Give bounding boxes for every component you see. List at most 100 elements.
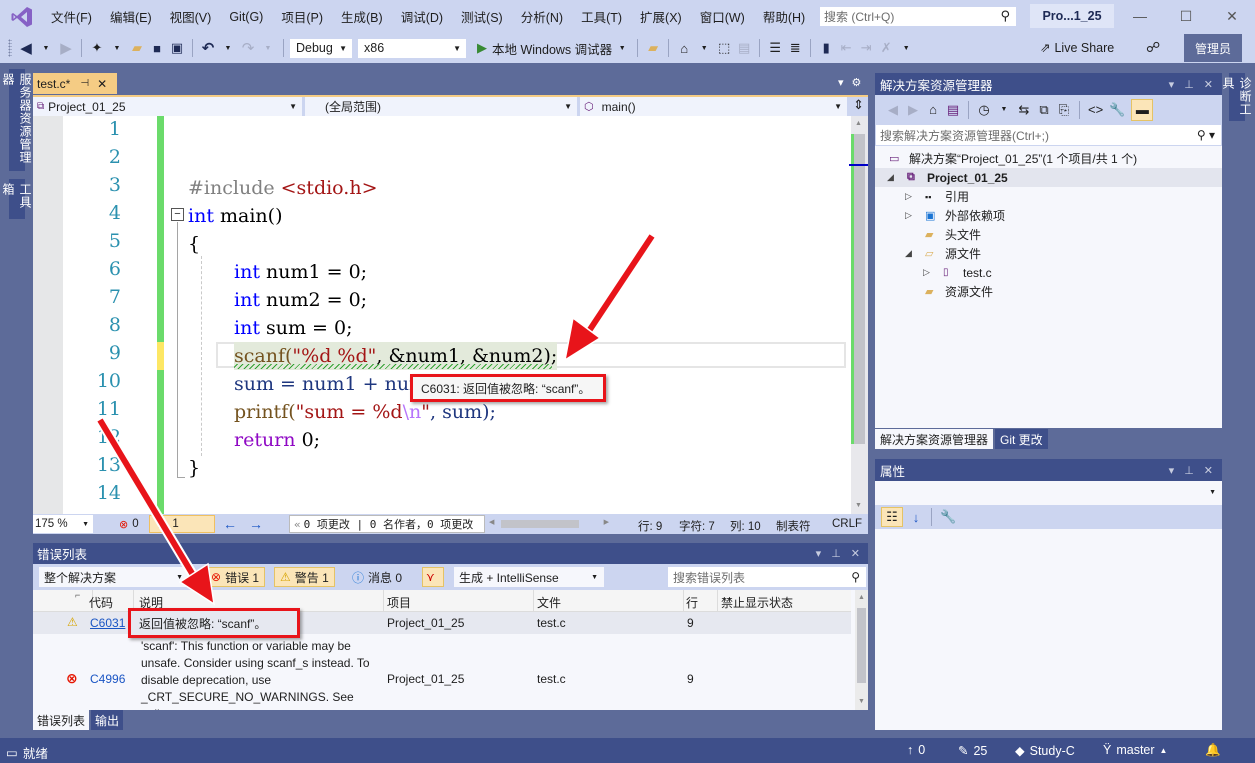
pin-icon[interactable]: ⊥: [1184, 78, 1194, 91]
scroll-left-icon[interactable]: ◀: [489, 518, 494, 526]
menu-debug[interactable]: 调试(D): [392, 7, 452, 26]
maximize-button[interactable]: ☐: [1163, 3, 1209, 29]
save-all-icon[interactable]: ▣: [170, 40, 184, 56]
server-explorer-tab[interactable]: 服务器资源管理器: [1, 69, 32, 171]
column-options-icon[interactable]: ⌐: [75, 590, 80, 600]
categorized-icon[interactable]: ☷: [881, 507, 903, 527]
prev-bookmark-icon[interactable]: ⇤: [839, 40, 853, 56]
redo-icon[interactable]: ↷: [241, 39, 255, 57]
column-header-file[interactable]: 文件: [537, 594, 561, 611]
code-editor[interactable]: 1 2 3 4 5 6 7 8 9 10 11 12 13 14 − #incl…: [33, 116, 868, 514]
close-window-button[interactable]: ✕: [1209, 3, 1255, 29]
error-code-link[interactable]: C6031: [90, 616, 125, 630]
navigate-back-icon[interactable]: ◀: [19, 39, 33, 57]
preview-selected-icon[interactable]: ▬: [1131, 98, 1154, 121]
window-position-icon[interactable]: ▾: [1169, 78, 1175, 91]
window-position-icon[interactable]: ▾: [1169, 464, 1175, 477]
overflow-icon[interactable]: ▼: [697, 45, 711, 52]
notifications-button[interactable]: 🔔: [1205, 743, 1221, 758]
type-scope-select[interactable]: (全局范围) ▼: [305, 97, 580, 116]
tree-item-header-files[interactable]: ▰ 头文件: [875, 225, 1222, 244]
show-all-files-icon[interactable]: ⎘: [1057, 102, 1071, 118]
comment-lines-icon[interactable]: ☰: [768, 40, 782, 56]
tree-item-source-files[interactable]: ◢ ▱ 源文件: [875, 244, 1222, 263]
diagnostic-tools-tab[interactable]: 诊断工具: [1221, 73, 1252, 121]
project-scope-select[interactable]: ⧉ Project_01_25 ▼: [33, 97, 305, 116]
forward-icon[interactable]: ▶: [906, 102, 920, 118]
column-header-code[interactable]: 代码: [89, 594, 113, 611]
view-code-icon[interactable]: <>: [1088, 102, 1103, 117]
tree-item-references[interactable]: ▷ ▪▪ 引用: [875, 187, 1222, 206]
column-header-suppression[interactable]: 禁止显示状态: [721, 594, 793, 611]
admin-badge[interactable]: 管理员: [1184, 34, 1242, 62]
menu-help[interactable]: 帮助(H): [754, 7, 814, 26]
menu-extensions[interactable]: 扩展(X): [631, 7, 691, 26]
indicator-margin[interactable]: [33, 116, 63, 514]
warning-count-indicator[interactable]: ⚠ 1: [149, 515, 215, 533]
pin-icon[interactable]: ⊥: [831, 547, 841, 560]
toolbar-grip[interactable]: [8, 39, 12, 57]
tab-solution-explorer[interactable]: 解决方案资源管理器: [875, 429, 994, 449]
pin-icon[interactable]: ⊥: [1184, 464, 1194, 477]
error-row[interactable]: ⊗ C4996 'scanf': This function or variab…: [33, 634, 851, 710]
collapse-all-icon[interactable]: ⧉: [1037, 102, 1051, 118]
platform-select[interactable]: x86 ▼: [357, 37, 467, 59]
menu-view[interactable]: 视图(V): [161, 7, 221, 26]
line-ending-indicator[interactable]: CRLF: [832, 518, 862, 530]
solution-explorer-search-input[interactable]: 搜索解决方案资源管理器(Ctrl+;) ⚲ ▾: [875, 124, 1222, 146]
alphabetical-icon[interactable]: ↓: [909, 510, 923, 525]
sync-with-document-icon[interactable]: ⇆: [1017, 102, 1031, 118]
column-header-project[interactable]: 项目: [387, 594, 411, 611]
column-header-line[interactable]: 行: [686, 594, 698, 611]
close-icon[interactable]: ✕: [1204, 464, 1213, 477]
redo-dropdown-icon[interactable]: ▼: [261, 45, 275, 52]
tree-item-project[interactable]: ◢ ⧉ Project_01_25: [875, 168, 1222, 187]
clear-filter-button[interactable]: ⋎: [422, 567, 444, 587]
toggle-panel-icon[interactable]: ▤: [737, 40, 751, 56]
char-indicator[interactable]: 字符: 7: [679, 518, 715, 534]
properties-wrench-icon[interactable]: 🔧: [1109, 102, 1125, 118]
next-bookmark-icon[interactable]: ⇥: [859, 40, 873, 56]
error-code-link[interactable]: C4996: [90, 672, 125, 686]
warning-squiggle[interactable]: [234, 364, 552, 369]
collapsed-arrow-icon[interactable]: ▷: [923, 267, 930, 278]
tab-test-c[interactable]: test.c* ⊣ ✕: [33, 73, 117, 94]
error-list-search-input[interactable]: 搜索错误列表 ⚲: [668, 567, 866, 587]
open-file-icon[interactable]: ▰: [130, 40, 144, 56]
tree-item-solution[interactable]: ▭ 解决方案“Project_01_25”(1 个项目/共 1 个): [875, 149, 1222, 168]
window-position-icon[interactable]: ▾: [816, 547, 822, 560]
tree-item-resource-files[interactable]: ▰ 资源文件: [875, 282, 1222, 301]
find-in-files-icon[interactable]: ▰: [646, 40, 660, 56]
collapsed-arrow-icon[interactable]: ▷: [905, 210, 912, 221]
error-source-select[interactable]: 生成 + IntelliSense ▼: [454, 567, 604, 587]
back-icon[interactable]: ◀: [886, 102, 900, 118]
scroll-up-icon[interactable]: ▲: [858, 594, 865, 601]
error-count-indicator[interactable]: ⊗ 0: [119, 515, 139, 533]
save-icon[interactable]: ■: [150, 41, 164, 56]
tree-item-test-c[interactable]: ▷ ▯ test.c: [875, 263, 1222, 282]
minimize-button[interactable]: —: [1117, 3, 1163, 29]
navigate-forward-icon[interactable]: ▶: [59, 39, 73, 57]
menu-edit[interactable]: 编辑(E): [101, 7, 161, 26]
close-icon[interactable]: ✕: [851, 547, 860, 560]
new-dropdown-icon[interactable]: ▼: [110, 45, 124, 52]
tab-git-changes[interactable]: Git 更改: [995, 429, 1048, 449]
pin-icon[interactable]: ⊣: [80, 78, 89, 89]
feedback-icon[interactable]: ☍: [1146, 39, 1160, 56]
warnings-filter-button[interactable]: ⚠ 警告 1: [274, 567, 335, 587]
undo-icon[interactable]: ↶: [201, 39, 215, 57]
menu-project[interactable]: 项目(P): [272, 7, 332, 26]
pending-changes-indicator[interactable]: ✎ 25: [958, 743, 987, 759]
menu-analyze[interactable]: 分析(N): [512, 7, 572, 26]
repository-indicator[interactable]: ◆ Study-C: [1015, 743, 1075, 759]
collapsed-arrow-icon[interactable]: ▷: [905, 191, 912, 202]
close-tab-icon[interactable]: ✕: [97, 77, 107, 91]
errors-filter-button[interactable]: ⊗ 错误 1: [205, 567, 266, 587]
menu-file[interactable]: 文件(F): [42, 7, 101, 26]
home-icon[interactable]: ⌂: [926, 102, 940, 117]
tab-list-dropdown-icon[interactable]: ▾: [838, 76, 844, 89]
indent-mode-indicator[interactable]: 制表符: [776, 518, 811, 534]
editor-scroll-thumb[interactable]: [854, 134, 865, 444]
error-scope-select[interactable]: 整个解决方案 ▼: [39, 567, 189, 587]
messages-filter-button[interactable]: ⓘ 消息 0: [347, 567, 407, 587]
